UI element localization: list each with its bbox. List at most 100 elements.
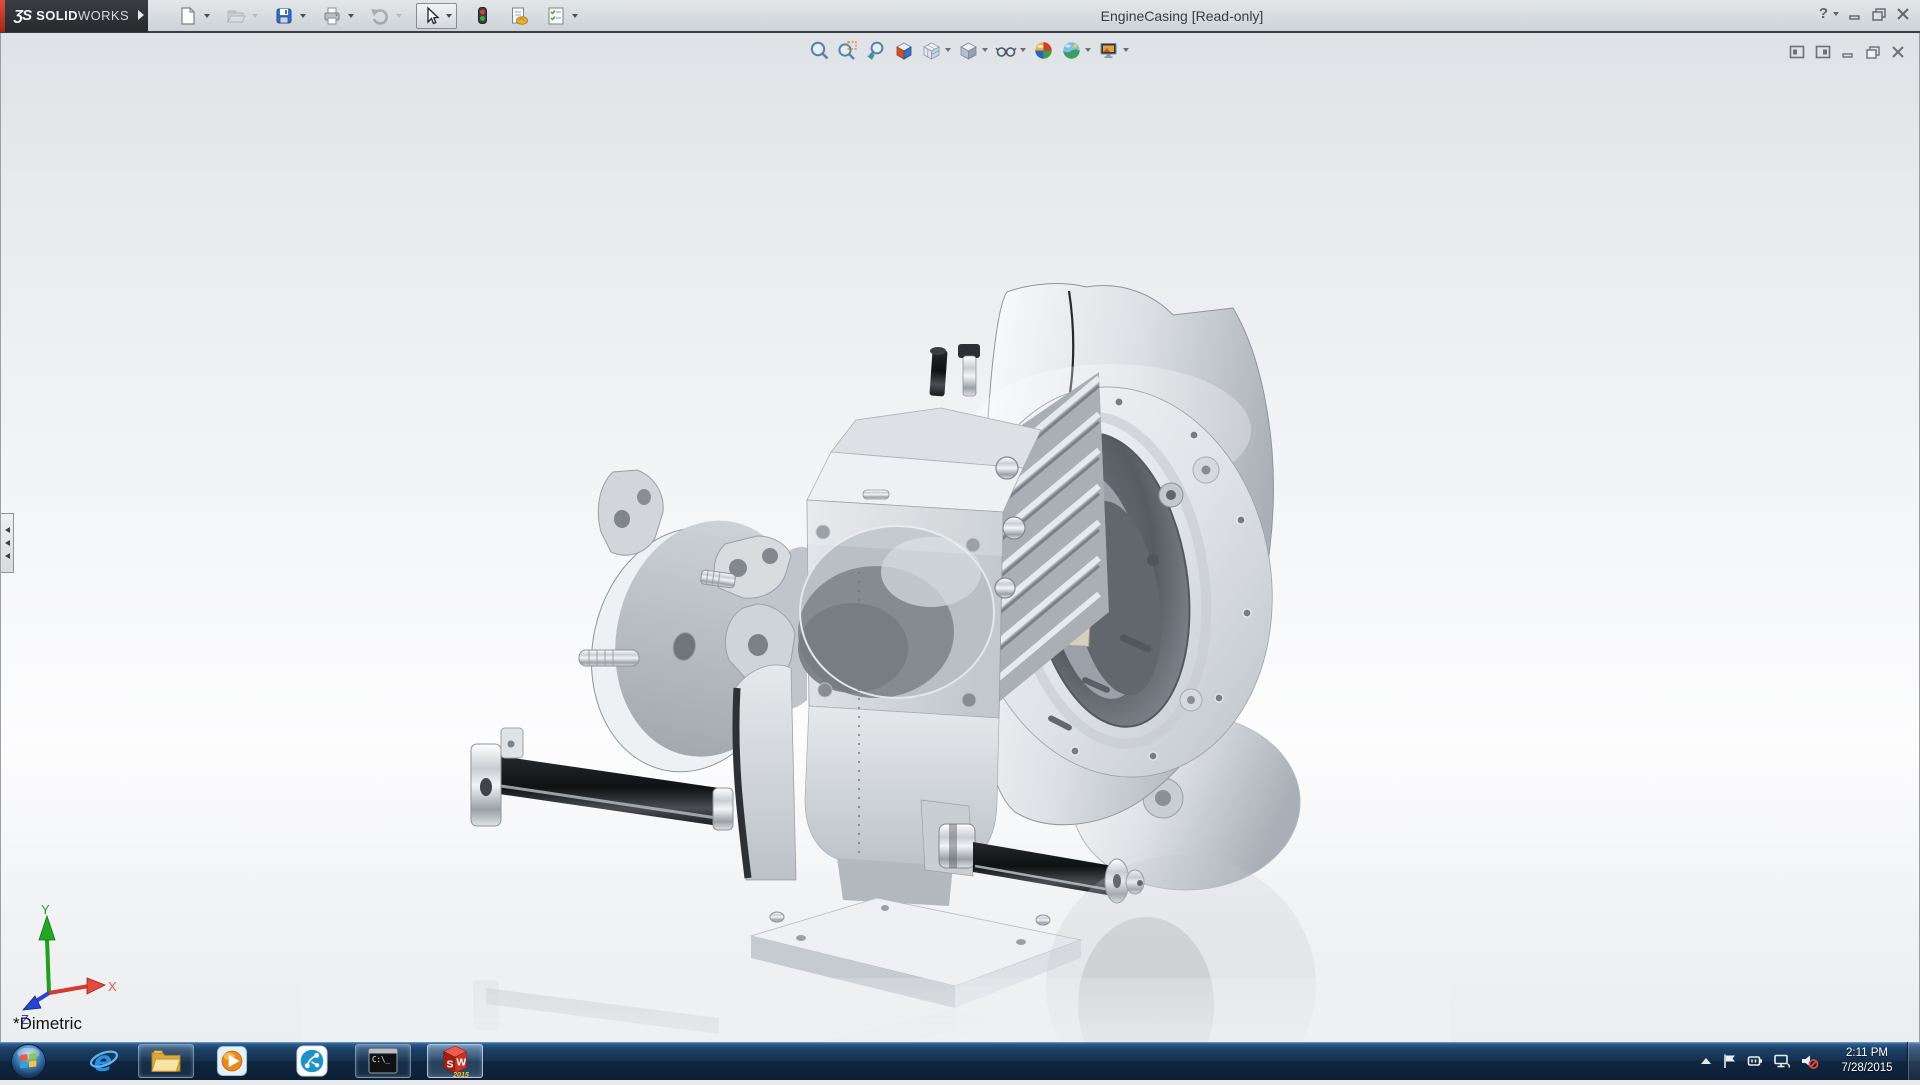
- help-dropdown-arrow[interactable]: [1833, 11, 1839, 16]
- view-settings-dropdown-arrow[interactable]: [1123, 48, 1129, 52]
- view-orientation-dropdown-arrow[interactable]: [945, 48, 951, 52]
- select-dropdown-arrow[interactable]: [446, 13, 452, 18]
- display-style-button[interactable]: [956, 38, 990, 63]
- select-tool-button[interactable]: [416, 2, 457, 29]
- view-settings-button[interactable]: [1096, 38, 1131, 63]
- new-dropdown-arrow[interactable]: [204, 13, 210, 18]
- solidworks-logo[interactable]: ƷS SOLID WORKS: [0, 0, 148, 32]
- media-player-icon: [216, 1045, 248, 1077]
- select-cursor-icon: [427, 5, 440, 24]
- network-icon[interactable]: [1773, 1053, 1791, 1069]
- feature-manager-collapsed-tab[interactable]: [1, 513, 14, 573]
- options-button[interactable]: [544, 3, 579, 29]
- minimize-button[interactable]: [1848, 7, 1862, 21]
- triad-x-label: X: [108, 979, 117, 994]
- open-folder-icon: [227, 10, 246, 22]
- logo-text-solid: SOLID: [36, 8, 78, 23]
- help-button[interactable]: ?: [1819, 5, 1839, 22]
- ds-logo-mark: ƷS: [14, 7, 32, 24]
- new-document-button[interactable]: [176, 3, 211, 29]
- clock-time: 2:11 PM: [1846, 1047, 1888, 1060]
- section-view-icon: [896, 42, 912, 60]
- zoom-to-fit-button[interactable]: [807, 38, 832, 63]
- save-button[interactable]: [272, 3, 307, 29]
- apply-scene-icon: [1063, 41, 1080, 59]
- zoom-to-fit-icon: [810, 41, 829, 59]
- window-controls: ?: [1819, 5, 1910, 22]
- logo-text-works: WORKS: [77, 8, 130, 23]
- open-document-button[interactable]: [224, 3, 259, 29]
- power-battery-icon[interactable]: [1747, 1053, 1764, 1069]
- triad-y-label: Y: [41, 902, 50, 917]
- show-hidden-icons-button[interactable]: [1699, 1055, 1713, 1067]
- file-properties-button[interactable]: [507, 3, 531, 29]
- view-orientation-label: *Dimetric: [13, 1014, 82, 1033]
- undo-button[interactable]: [368, 3, 403, 29]
- start-button[interactable]: [10, 1043, 47, 1080]
- action-center-flag-icon[interactable]: [1722, 1053, 1738, 1069]
- show-desktop-button[interactable]: [1907, 1042, 1920, 1080]
- glasses-icon: [995, 46, 1017, 57]
- composer-icon: [296, 1045, 328, 1077]
- hide-show-items-button[interactable]: [993, 38, 1028, 63]
- section-view-button[interactable]: [891, 38, 916, 63]
- appearance-ball-icon: [1035, 41, 1052, 59]
- collapse-arrow-icon: [4, 527, 10, 533]
- close-document-icon[interactable]: [1891, 45, 1905, 59]
- open-dropdown-arrow[interactable]: [252, 13, 258, 18]
- print-dropdown-arrow[interactable]: [348, 13, 354, 18]
- windows-start-icon: [10, 1043, 47, 1080]
- display-pane-right-icon[interactable]: [1815, 45, 1831, 59]
- tray-clock[interactable]: 2:11 PM 7/28/2015: [1828, 1046, 1906, 1076]
- minimize-document-icon[interactable]: [1841, 45, 1855, 59]
- rebuild-button[interactable]: [470, 3, 494, 29]
- taskbar-item-composer[interactable]: [284, 1044, 340, 1078]
- window-title: EngineCasing [Read-only]: [1100, 8, 1264, 24]
- taskbar-item-command-prompt[interactable]: C:\_: [355, 1044, 411, 1078]
- hide-show-dropdown-arrow[interactable]: [1020, 48, 1026, 52]
- graphics-viewport[interactable]: Y X Z *Dimetric: [0, 33, 1920, 1042]
- restore-document-icon[interactable]: [1865, 45, 1881, 59]
- print-icon: [324, 7, 340, 24]
- main-toolbar: [176, 0, 592, 32]
- traffic-light-icon: [478, 6, 487, 24]
- new-document-icon: [181, 6, 196, 25]
- sw-letter-s: S: [447, 1060, 454, 1071]
- apply-scene-dropdown-arrow[interactable]: [1085, 48, 1091, 52]
- logo-red-stripe: [0, 0, 5, 32]
- view-orientation-icon: [923, 42, 940, 60]
- display-style-dropdown-arrow[interactable]: [982, 48, 988, 52]
- taskbar-item-windows-explorer[interactable]: [138, 1044, 194, 1078]
- previous-view-icon: [867, 41, 884, 60]
- restore-button[interactable]: [1871, 7, 1887, 21]
- previous-view-button[interactable]: [863, 38, 888, 63]
- document-window-controls: [1789, 45, 1905, 59]
- save-dropdown-arrow[interactable]: [300, 13, 306, 18]
- close-button[interactable]: [1896, 7, 1910, 21]
- orientation-triad: Y X Z: [21, 902, 117, 1027]
- apply-scene-button[interactable]: [1059, 38, 1093, 63]
- undo-dropdown-arrow[interactable]: [396, 13, 402, 18]
- options-dropdown-arrow[interactable]: [572, 13, 578, 18]
- view-orientation-button[interactable]: [919, 38, 953, 63]
- sw-letter-w: W: [456, 1058, 466, 1069]
- engine-casing-model[interactable]: Y X Z: [1, 33, 1920, 1042]
- taskbar-item-media-player[interactable]: [204, 1044, 260, 1078]
- undo-icon: [371, 8, 388, 25]
- menu-expand-arrow-icon[interactable]: [138, 10, 144, 20]
- collapse-arrow-icon: [4, 540, 10, 546]
- help-glyph: ?: [1818, 5, 1828, 22]
- file-properties-icon: [512, 7, 528, 25]
- prompt-text: C:\_: [372, 1055, 391, 1064]
- view-settings-icon: [1100, 42, 1117, 58]
- zoom-to-area-button[interactable]: [835, 38, 860, 63]
- restore-icon: [1872, 7, 1886, 21]
- taskbar-item-internet-explorer[interactable]: e: [76, 1044, 132, 1078]
- folder-icon: [151, 1050, 181, 1072]
- display-pane-left-icon[interactable]: [1789, 45, 1805, 59]
- print-button[interactable]: [320, 3, 355, 29]
- display-style-icon: [960, 42, 977, 60]
- edit-appearance-button[interactable]: [1031, 38, 1056, 63]
- volume-muted-icon[interactable]: [1800, 1053, 1819, 1070]
- taskbar-item-solidworks-2015[interactable]: S W 2015: [427, 1044, 483, 1078]
